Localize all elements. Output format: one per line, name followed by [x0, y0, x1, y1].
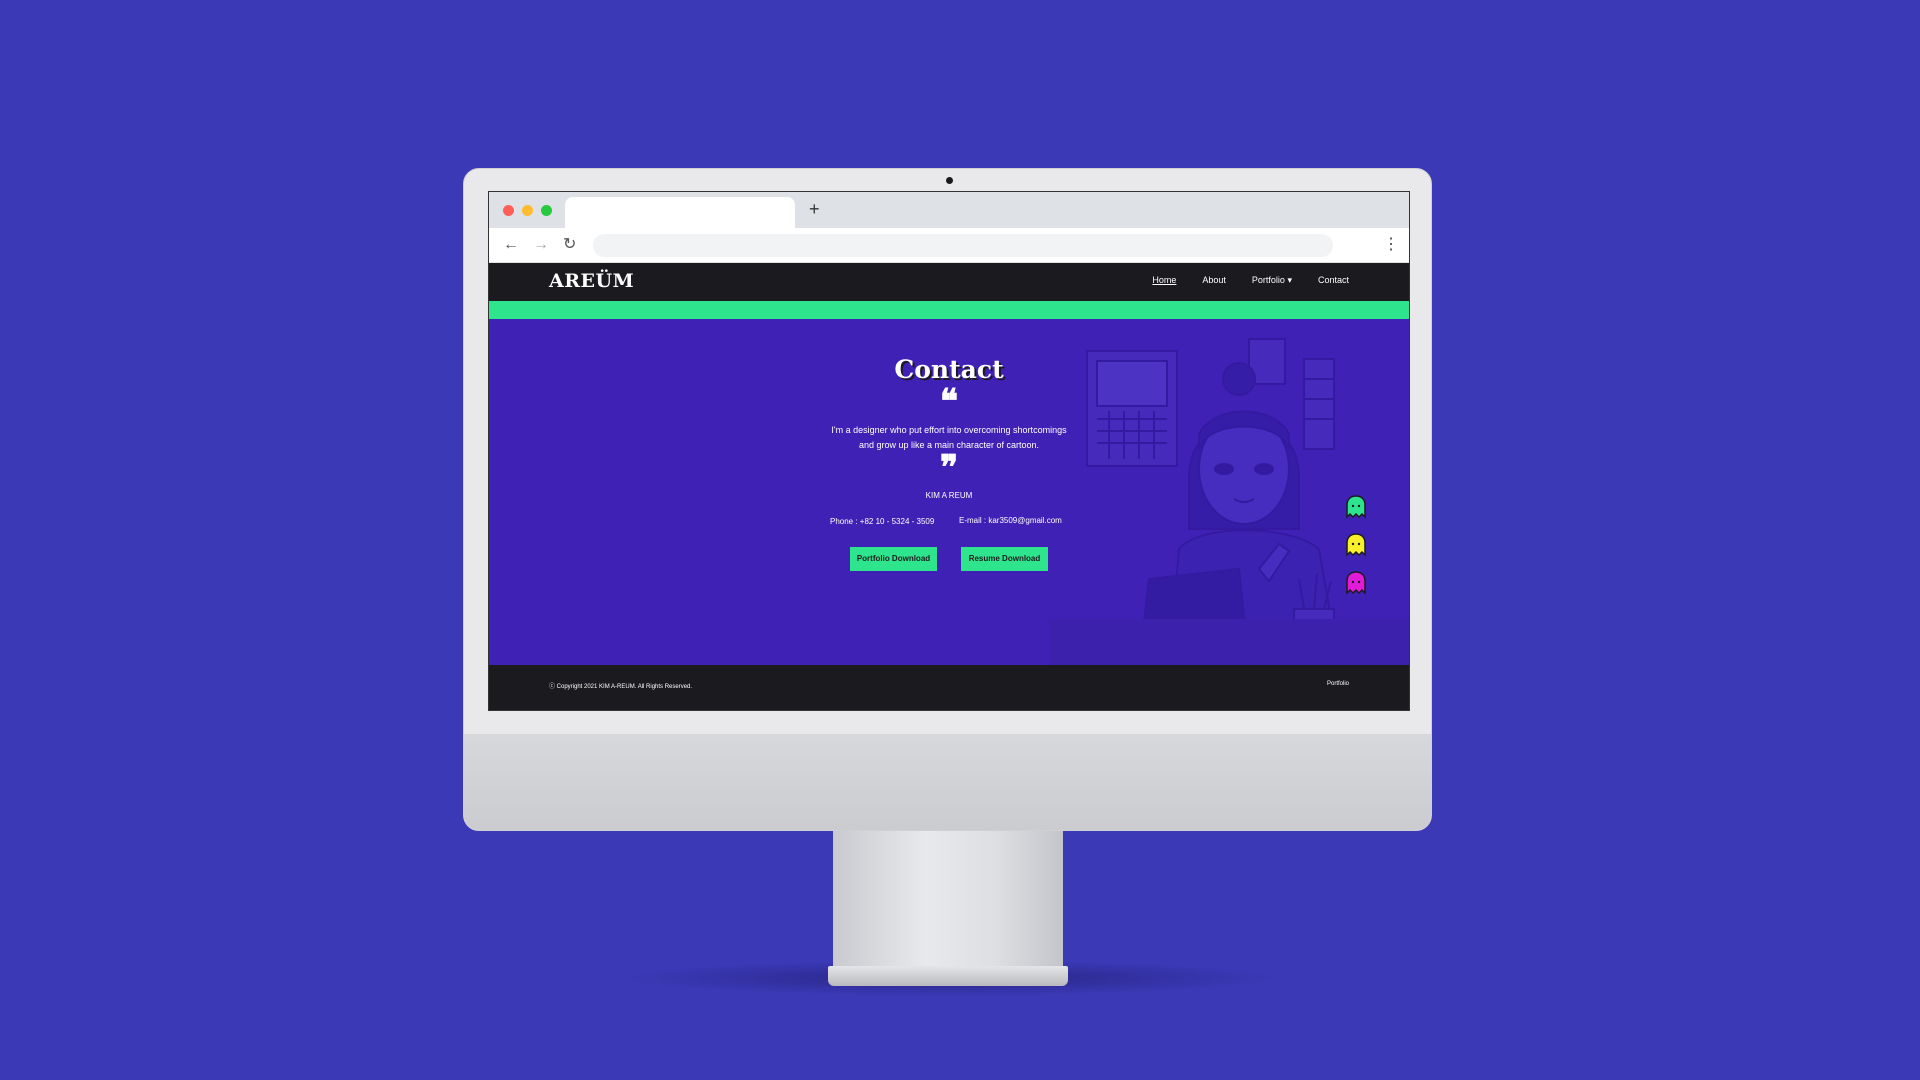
portfolio-download-button[interactable]: Portfolio Download [850, 547, 937, 571]
camera-icon [946, 177, 953, 184]
close-window-button[interactable] [503, 205, 514, 216]
nav-portfolio[interactable]: Portfolio ▾ [1252, 275, 1292, 286]
quote-open-icon: ❝ [939, 382, 959, 422]
window-controls [503, 205, 552, 216]
footer-portfolio-link[interactable]: Portfolio [1327, 681, 1349, 687]
site-footer: ⓒ Copyright 2021 KIM A-REUM. All Rights … [489, 665, 1409, 710]
ghost-magenta-icon[interactable] [1345, 571, 1367, 595]
nav-about[interactable]: About [1202, 275, 1226, 286]
browser-tab[interactable] [565, 197, 795, 228]
nav-contact[interactable]: Contact [1318, 275, 1349, 286]
address-bar-input[interactable] [593, 234, 1333, 257]
imac-stand-base [828, 966, 1068, 986]
site-header: AREÜM Home About Portfolio ▾ Contact [489, 263, 1409, 301]
new-tab-button[interactable]: + [809, 200, 820, 218]
browser-toolbar: ← → ↻ ⋮ [489, 228, 1409, 263]
imac-frame: + ← → ↻ ⋮ AREÜM Home About Portfolio ▾ C… [463, 168, 1432, 831]
website: AREÜM Home About Portfolio ▾ Contact Con… [489, 263, 1409, 710]
browser-window: + ← → ↻ ⋮ AREÜM Home About Portfolio ▾ C… [488, 191, 1410, 711]
accent-bar [489, 301, 1409, 319]
ghost-green-icon[interactable] [1345, 495, 1367, 519]
reload-icon[interactable]: ↻ [563, 236, 576, 254]
browser-tab-bar: + [489, 192, 1409, 228]
nav-home[interactable]: Home [1152, 275, 1176, 286]
imac-chin [464, 734, 1431, 830]
back-arrow-icon[interactable]: ← [503, 236, 519, 254]
resume-download-button[interactable]: Resume Download [961, 547, 1048, 571]
author-name: KIM A REUM [925, 491, 973, 500]
email-address[interactable]: E-mail : kar3509@gmail.com [959, 516, 1062, 525]
minimize-window-button[interactable] [522, 205, 533, 216]
ghost-yellow-icon[interactable] [1345, 533, 1367, 557]
contact-section: Contact ❝ I'm a designer who put effort … [489, 319, 1409, 665]
quote-line-1: I'm a designer who put effort into overc… [831, 425, 1067, 435]
maximize-window-button[interactable] [541, 205, 552, 216]
site-logo[interactable]: AREÜM [549, 270, 634, 292]
forward-arrow-icon[interactable]: → [533, 236, 549, 254]
copyright-text: ⓒ Copyright 2021 KIM A-REUM. All Rights … [549, 684, 693, 690]
quote-close-icon: ❞ [939, 448, 959, 488]
phone-number: Phone : +82 10 - 5324 - 3509 [830, 517, 935, 526]
imac-stand [833, 831, 1063, 969]
page-title: Contact [894, 355, 1004, 384]
browser-menu-icon[interactable]: ⋮ [1383, 236, 1399, 254]
main-nav: Home About Portfolio ▾ Contact [1152, 275, 1349, 286]
